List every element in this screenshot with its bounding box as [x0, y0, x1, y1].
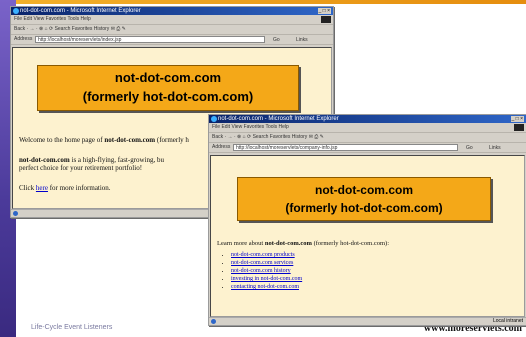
- ie-logo-icon: [211, 116, 217, 122]
- window-controls[interactable]: _ □ ×: [510, 116, 524, 122]
- page-status-icon: [211, 319, 216, 324]
- address-bar: Address http://localhost/moreservlets/in…: [11, 35, 333, 45]
- banner-subtitle: (formerly hot-dot-com.com): [82, 89, 254, 104]
- go-button[interactable]: Go: [273, 36, 280, 45]
- page-content: not-dot-com.com (formerly hot-dot-com.co…: [210, 155, 525, 317]
- here-link[interactable]: here: [36, 184, 48, 192]
- window-title: not-dot-com.com - Microsoft Internet Exp…: [218, 116, 339, 122]
- ie-logo-icon: [13, 8, 19, 14]
- menu-bar[interactable]: File Edit View Favorites Tools Help: [11, 15, 333, 25]
- security-zone-label: Local intranet: [492, 318, 523, 324]
- info-link-item: investing in not-dot-com.com: [231, 275, 302, 283]
- info-link-item: not-dot-com.com services: [231, 259, 302, 267]
- links-button[interactable]: Links: [489, 144, 501, 153]
- info-link[interactable]: contacting not-dot-com.com: [231, 284, 299, 290]
- toolbar-buttons[interactable]: Back · → · ⊗ ⌂ ⟳ Search Favorites Histor…: [212, 134, 324, 140]
- status-bar: Local intranet: [209, 317, 526, 325]
- click-here-text: Click here for more information.: [19, 184, 111, 192]
- info-link-item: contacting not-dot-com.com: [231, 283, 302, 291]
- go-button[interactable]: Go: [466, 144, 473, 153]
- info-link-item: not-dot-com.com products: [231, 251, 302, 259]
- window-titlebar[interactable]: not-dot-com.com - Microsoft Internet Exp…: [11, 7, 333, 15]
- info-link[interactable]: not-dot-com.com products: [231, 252, 295, 258]
- menu-items[interactable]: File Edit View Favorites Tools Help: [212, 124, 289, 130]
- slide-accent-bar: [0, 0, 526, 4]
- window-title: not-dot-com.com - Microsoft Internet Exp…: [20, 8, 141, 14]
- window-titlebar[interactable]: not-dot-com.com - Microsoft Internet Exp…: [209, 115, 526, 123]
- info-link[interactable]: not-dot-com.com services: [231, 260, 293, 266]
- site-banner: not-dot-com.com (formerly hot-dot-com.co…: [237, 177, 491, 221]
- menu-bar[interactable]: File Edit View Favorites Tools Help: [209, 123, 526, 133]
- welcome-text: Welcome to the home page of not-dot-com.…: [19, 136, 189, 144]
- address-label: Address: [14, 36, 33, 42]
- banner-title: not-dot-com.com: [114, 70, 222, 85]
- toolbar-buttons[interactable]: Back · → · ⊗ ⌂ ⟳ Search Favorites Histor…: [14, 26, 126, 32]
- banner-title: not-dot-com.com: [315, 183, 413, 197]
- window-controls[interactable]: _ □ ×: [317, 8, 331, 14]
- address-bar: Address http://localhost/moreservlets/co…: [209, 143, 526, 153]
- windows-logo-icon: [514, 124, 524, 131]
- windows-logo-icon: [321, 16, 331, 23]
- menu-items[interactable]: File Edit View Favorites Tools Help: [14, 16, 91, 22]
- address-input[interactable]: http://localhost/moreservlets/company-in…: [233, 144, 458, 151]
- learn-more-text: Learn more about not-dot-com.com (former…: [217, 240, 390, 247]
- info-links-list: not-dot-com.com products not-dot-com.com …: [217, 251, 302, 291]
- browser-window-company-info: not-dot-com.com - Microsoft Internet Exp…: [208, 114, 526, 326]
- slide-footer-title: Life-Cycle Event Listeners: [31, 324, 113, 331]
- site-banner: not-dot-com.com (formerly hot-dot-com.co…: [37, 65, 299, 111]
- page-status-icon: [13, 211, 18, 216]
- info-link[interactable]: not-dot-com.com history: [231, 268, 291, 274]
- address-input[interactable]: http://localhost/moreservlets/index.jsp: [35, 36, 265, 43]
- links-button[interactable]: Links: [296, 36, 308, 45]
- info-link-item: not-dot-com.com history: [231, 267, 302, 275]
- info-link[interactable]: investing in not-dot-com.com: [231, 276, 302, 282]
- toolbar[interactable]: Back · → · ⊗ ⌂ ⟳ Search Favorites Histor…: [11, 25, 333, 35]
- address-label: Address: [212, 144, 231, 150]
- banner-subtitle: (formerly hot-dot-com.com): [285, 201, 443, 215]
- description-text: not-dot-com.com is a high-flying, fast-g…: [19, 156, 165, 172]
- toolbar[interactable]: Back · → · ⊗ ⌂ ⟳ Search Favorites Histor…: [209, 133, 526, 143]
